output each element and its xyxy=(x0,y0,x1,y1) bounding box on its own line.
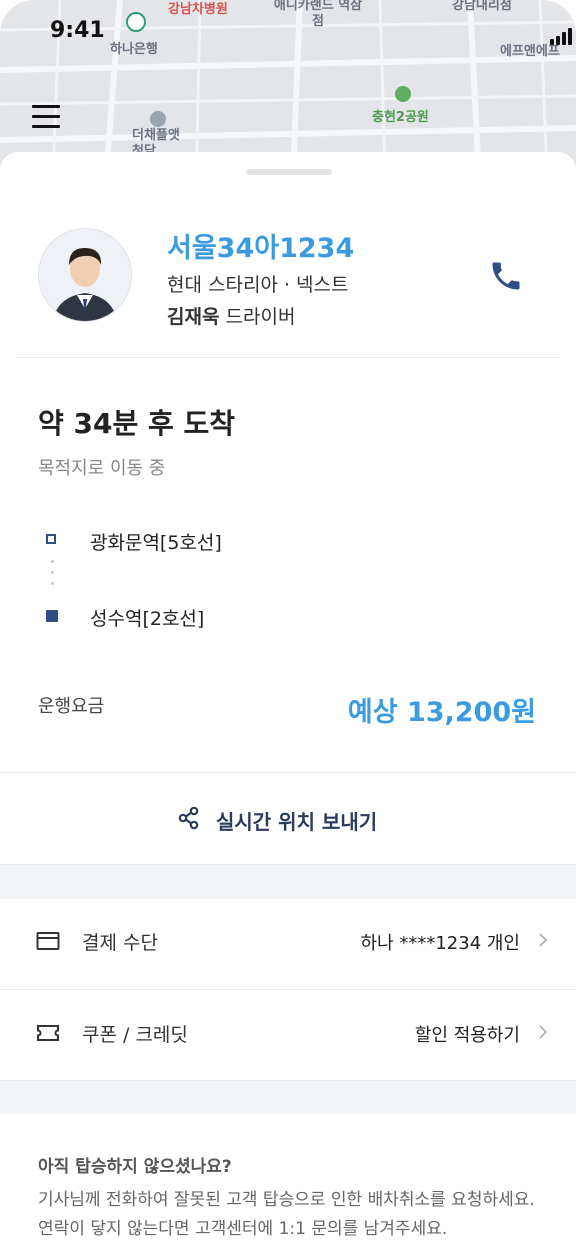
map-label-hospital: 강남차병원 xyxy=(168,2,228,17)
call-driver-button[interactable] xyxy=(488,258,524,294)
map-label-park: 충현2공원 xyxy=(372,110,429,125)
chapel-poi-icon xyxy=(150,111,166,127)
eta-title: 약 34분 후 도착 xyxy=(38,407,236,440)
vehicle-plate: 서울34아1234 xyxy=(167,233,355,264)
driver-info: 김재욱 드라이버 xyxy=(167,302,295,329)
share-location-label: 실시간 위치 보내기 xyxy=(216,810,378,834)
share-location-button[interactable]: 실시간 위치 보내기 xyxy=(0,773,576,863)
map-label-naeri: 강남내리점 xyxy=(452,0,512,13)
share-icon xyxy=(178,806,199,830)
trip-status: 목적지로 이동 중 xyxy=(38,458,166,479)
section-separator xyxy=(0,864,576,899)
ticket-icon xyxy=(37,1025,59,1041)
menu-button[interactable] xyxy=(32,105,60,129)
notice-title: 아직 탑승하지 않으셨나요? xyxy=(38,1157,232,1177)
coupon-credit-row[interactable]: 쿠폰 / 크레딧 할인 적용하기 xyxy=(0,989,576,1080)
origin-text: 광화문역[5호선] xyxy=(90,532,222,554)
chevron-right-icon xyxy=(539,1025,548,1039)
payment-method-value: 하나 ****1234 개인 xyxy=(360,933,521,954)
driver-name: 김재욱 xyxy=(167,306,220,328)
chevron-right-icon xyxy=(539,933,548,947)
map-label-anycarland: 애니카랜드 역삼점 xyxy=(273,0,363,29)
phone-icon xyxy=(492,262,520,290)
section-separator xyxy=(0,1080,576,1113)
sheet-drag-handle[interactable] xyxy=(246,169,332,175)
credit-card-icon xyxy=(36,932,60,950)
driver-avatar xyxy=(38,228,132,322)
coupon-credit-label: 쿠폰 / 크레딧 xyxy=(82,1024,188,1046)
fare-label: 운행요금 xyxy=(38,696,105,717)
coupon-credit-value: 할인 적용하기 xyxy=(414,1025,520,1046)
fare-value: 예상 13,200원 xyxy=(347,697,536,728)
driver-role: 드라이버 xyxy=(225,306,296,328)
park-poi-icon xyxy=(395,86,411,102)
signal-icon xyxy=(550,28,572,45)
payment-method-row[interactable]: 결제 수단 하나 ****1234 개인 xyxy=(0,898,576,988)
map-label-bank: 하나은행 xyxy=(110,42,158,57)
bank-poi-icon xyxy=(126,12,146,32)
divider xyxy=(16,357,560,358)
origin-marker-icon xyxy=(46,534,56,544)
payment-method-label: 결제 수단 xyxy=(82,932,158,954)
route-connector xyxy=(51,560,54,593)
destination-marker-icon xyxy=(46,610,58,622)
vehicle-model: 현대 스타리아 · 넥스트 xyxy=(167,274,349,296)
status-time: 9:41 xyxy=(50,18,105,43)
trip-bottom-sheet: 서울34아1234 현대 스타리아 · 넥스트 김재욱 드라이버 약 34분 후… xyxy=(0,152,576,1248)
menu-icon xyxy=(32,105,60,108)
destination-text: 성수역[2호선] xyxy=(90,608,205,630)
notice-body: 기사님께 전화하여 잘못된 고객 탑승으로 인한 배차취소를 요청하세요. 연락… xyxy=(38,1190,535,1239)
